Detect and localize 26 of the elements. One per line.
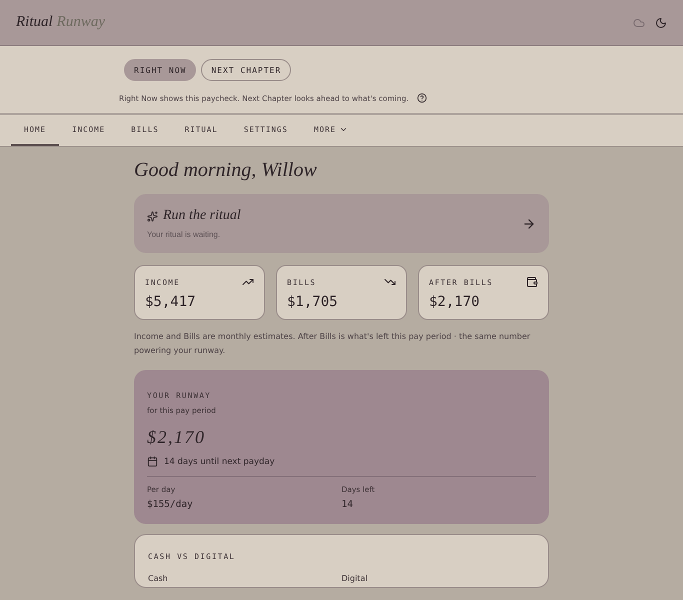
mode-toggle[interactable]: RIGHT NOW: [124, 59, 196, 81]
sparkles-icon: [147, 210, 158, 222]
metric-value: 14: [342, 499, 354, 510]
stat-value: $5,417: [145, 294, 197, 310]
arrow-right-icon: [522, 216, 536, 230]
metric-value: $155/day: [147, 499, 194, 510]
trend-down-icon: [384, 276, 396, 288]
runway-amount: $2,170: [147, 427, 206, 448]
help-icon[interactable]: [416, 93, 427, 103]
trend-up-icon: [242, 276, 254, 288]
calendar-icon: [147, 456, 158, 467]
estimate-note: Income and Bills are monthly estimates. After Bills is what's left this pay period · the same number powering your runway.: [134, 331, 532, 357]
column-label: Cash: [148, 574, 168, 583]
payday-text: 14 days until next payday: [164, 456, 275, 466]
moon-icon[interactable]: [655, 16, 667, 28]
ritual-subtitle: Your ritual is waiting.: [147, 230, 222, 239]
stat-value: $1,705: [287, 294, 339, 310]
ritual-title: Run the ritual: [163, 208, 241, 224]
stat-value: $2,170: [429, 294, 481, 310]
column-label: Digital: [342, 574, 368, 583]
wallet-icon: [526, 276, 538, 288]
chevron-down-icon: [339, 125, 348, 134]
brand-logo[interactable]: Ritual Runway: [16, 14, 105, 31]
ritual-card[interactable]: Run the ritual Your ritual is waiting.: [134, 194, 549, 253]
greeting: Good morning, Willow: [134, 159, 318, 182]
mode-toggle[interactable]: NEXT CHAPTER: [201, 59, 292, 81]
